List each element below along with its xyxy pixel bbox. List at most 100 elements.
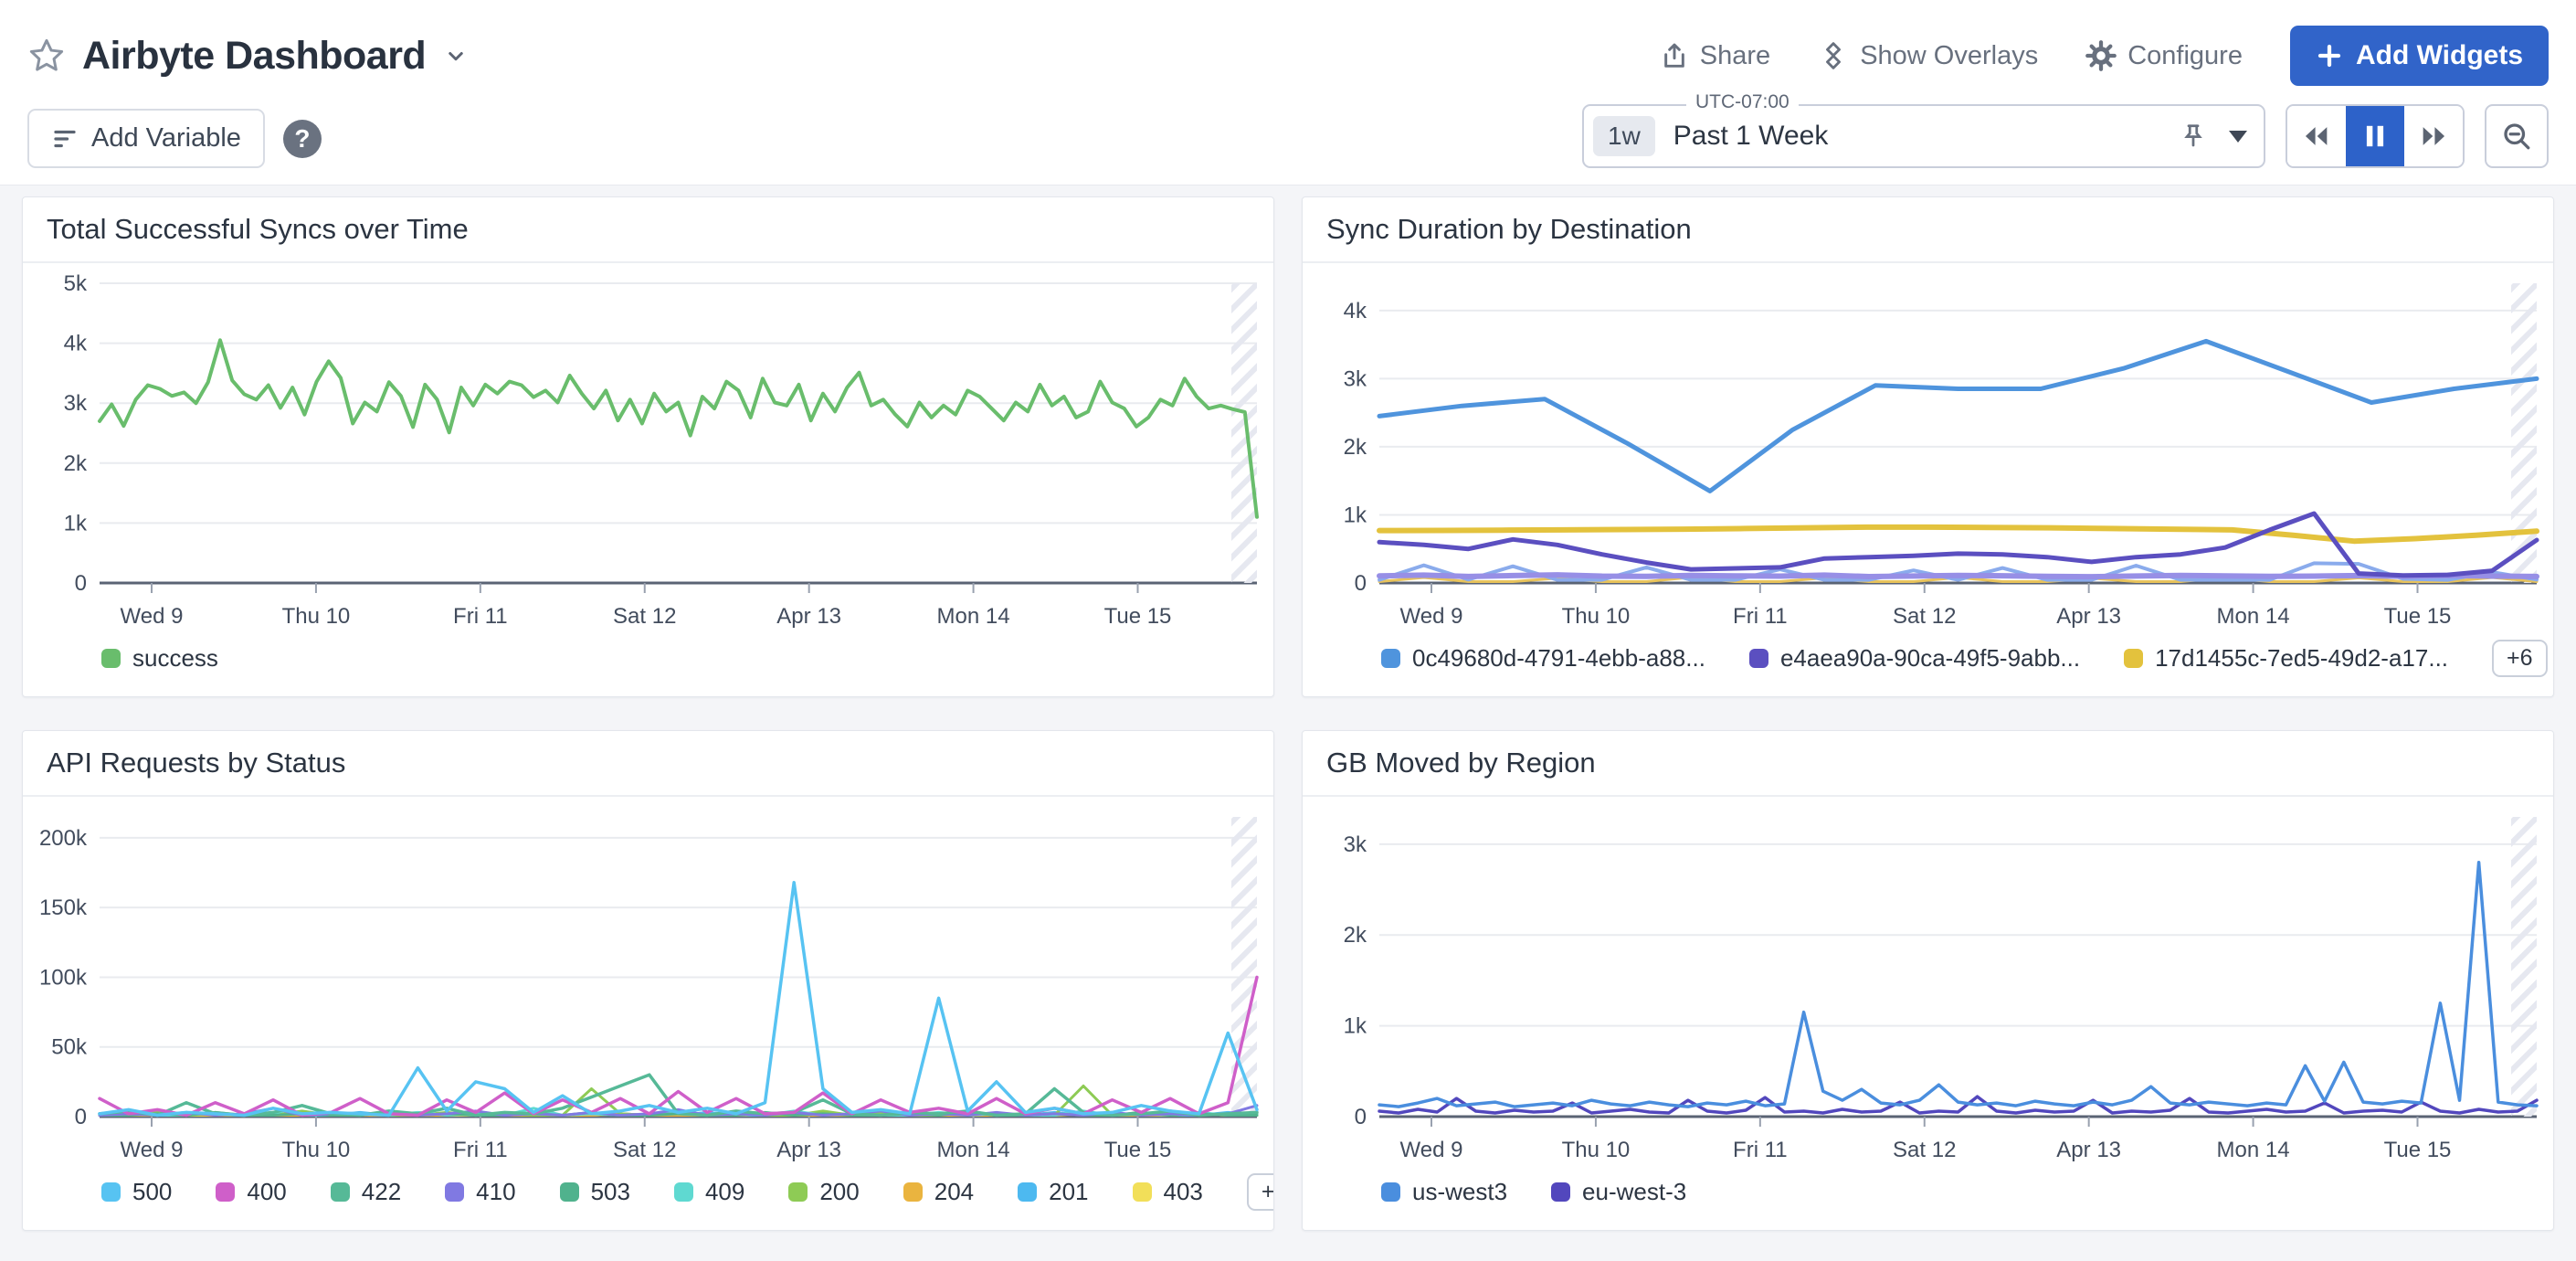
svg-text:Apr 13: Apr 13	[776, 1138, 841, 1162]
legend-swatch	[1381, 649, 1400, 668]
legend-swatch	[560, 1182, 579, 1202]
legend-item[interactable]: 0c49680d-4791-4ebb-a88...	[1381, 644, 1705, 673]
zoom-out-icon	[2500, 120, 2533, 153]
rewind-icon	[2301, 122, 2332, 150]
svg-text:Tue 15: Tue 15	[1104, 604, 1172, 629]
chart-legend: us-west3 eu-west-3	[1303, 1164, 2553, 1230]
legend-swatch	[1018, 1182, 1037, 1202]
svg-text:Mon 14: Mon 14	[937, 1138, 1010, 1162]
chart-total-successful-syncs[interactable]: 01k2k3k4k5kWed 9Thu 10Fri 11Sat 12Apr 13…	[28, 269, 1264, 630]
chart-canvas: 01k2k3kWed 9Thu 10Fri 11Sat 12Apr 13Mon …	[1308, 802, 2544, 1164]
time-range-chip: 1w	[1593, 116, 1655, 156]
legend-item[interactable]: 503	[560, 1178, 630, 1206]
legend-swatch	[674, 1182, 693, 1202]
legend-item[interactable]: us-west3	[1381, 1178, 1507, 1206]
svg-text:Sat 12: Sat 12	[1893, 604, 1956, 629]
svg-text:Thu 10: Thu 10	[282, 604, 351, 629]
svg-text:2k: 2k	[64, 451, 88, 476]
legend-label: 400	[247, 1178, 286, 1206]
widget-title: Sync Duration by Destination	[1303, 197, 2553, 263]
time-range-label: Past 1 Week	[1673, 121, 1829, 152]
legend-item[interactable]: 409	[674, 1178, 744, 1206]
zoom-out-button[interactable]	[2485, 104, 2549, 168]
legend-swatch	[331, 1182, 350, 1202]
svg-text:Fri 11: Fri 11	[453, 604, 508, 629]
chart-legend: 500 400 422 410 503 409 200 204 201 403 +4	[23, 1164, 1273, 1230]
time-backward-button[interactable]	[2287, 106, 2346, 166]
legend-item[interactable]: 17d1455c-7ed5-49d2-a17...	[2124, 644, 2448, 673]
chart-api-requests-by-status[interactable]: 050k100k150k200kWed 9Thu 10Fri 11Sat 12A…	[28, 802, 1264, 1164]
svg-text:Sat 12: Sat 12	[1893, 1138, 1956, 1162]
configure-label: Configure	[2127, 41, 2243, 71]
legend-item[interactable]: success	[101, 644, 218, 673]
legend-overflow-button[interactable]: +4	[1247, 1173, 1274, 1211]
legend-swatch	[216, 1182, 235, 1202]
svg-text:4k: 4k	[1344, 299, 1367, 323]
chart-sync-duration-by-destination[interactable]: 01k2k3k4kWed 9Thu 10Fri 11Sat 12Apr 13Mo…	[1308, 269, 2544, 630]
legend-item[interactable]: 500	[101, 1178, 172, 1206]
legend-item[interactable]: 422	[331, 1178, 401, 1206]
legend-label: 422	[362, 1178, 401, 1206]
svg-text:1k: 1k	[1344, 1014, 1367, 1039]
legend-swatch	[101, 1182, 121, 1202]
time-forward-button[interactable]	[2404, 106, 2463, 166]
svg-text:Wed 9: Wed 9	[1400, 1138, 1463, 1162]
svg-text:200k: 200k	[39, 826, 88, 851]
share-label: Share	[1700, 41, 1770, 71]
svg-text:50k: 50k	[51, 1035, 88, 1060]
add-widgets-button[interactable]: Add Widgets	[2290, 26, 2549, 86]
svg-text:Apr 13: Apr 13	[2056, 1138, 2121, 1162]
legend-swatch	[1749, 649, 1768, 668]
legend-label: 403	[1164, 1178, 1203, 1206]
legend-label: 200	[819, 1178, 859, 1206]
legend-item[interactable]: 410	[445, 1178, 515, 1206]
chart-canvas: 01k2k3k4k5kWed 9Thu 10Fri 11Sat 12Apr 13…	[28, 269, 1264, 630]
legend-swatch	[1381, 1182, 1400, 1202]
legend-label: 17d1455c-7ed5-49d2-a17...	[2155, 644, 2448, 673]
legend-item[interactable]: 200	[788, 1178, 859, 1206]
legend-item[interactable]: 403	[1133, 1178, 1203, 1206]
svg-text:Mon 14: Mon 14	[2217, 1138, 2290, 1162]
time-playback-group	[2286, 104, 2465, 168]
widget-api-requests-by-status: API Requests by Status 050k100k150k200kW…	[22, 730, 1274, 1231]
chart-gb-moved-by-region[interactable]: 01k2k3kWed 9Thu 10Fri 11Sat 12Apr 13Mon …	[1308, 802, 2544, 1164]
svg-text:1k: 1k	[1344, 503, 1367, 527]
svg-text:Thu 10: Thu 10	[1562, 1138, 1631, 1162]
legend-label: 503	[591, 1178, 630, 1206]
svg-text:3k: 3k	[1344, 366, 1367, 391]
svg-text:150k: 150k	[39, 895, 88, 920]
legend-item[interactable]: eu-west-3	[1551, 1178, 1686, 1206]
title-menu-chevron-icon[interactable]	[442, 42, 470, 69]
help-icon[interactable]: ?	[283, 120, 322, 158]
svg-text:100k: 100k	[39, 965, 88, 990]
legend-label: us-west3	[1412, 1178, 1507, 1206]
add-variable-button[interactable]: Add Variable	[27, 109, 265, 168]
svg-text:Thu 10: Thu 10	[1562, 604, 1631, 629]
legend-label: success	[132, 644, 218, 673]
pin-icon[interactable]	[2180, 122, 2207, 150]
show-overlays-button[interactable]: Show Overlays	[1818, 40, 2038, 71]
share-button[interactable]: Share	[1660, 41, 1770, 71]
time-range-selector[interactable]: UTC-07:00 1w Past 1 Week	[1582, 104, 2265, 168]
svg-text:0: 0	[1355, 571, 1367, 596]
time-pause-button[interactable]	[2346, 106, 2404, 166]
legend-swatch	[903, 1182, 923, 1202]
svg-text:Mon 14: Mon 14	[2217, 604, 2290, 629]
plus-icon	[2316, 42, 2343, 69]
svg-text:Fri 11: Fri 11	[453, 1138, 508, 1162]
chart-canvas: 01k2k3k4kWed 9Thu 10Fri 11Sat 12Apr 13Mo…	[1308, 269, 2544, 630]
legend-item[interactable]: 204	[903, 1178, 974, 1206]
legend-item[interactable]: 201	[1018, 1178, 1088, 1206]
svg-text:Tue 15: Tue 15	[2384, 1138, 2452, 1162]
favorite-star-icon[interactable]	[27, 37, 66, 75]
svg-text:0: 0	[75, 571, 87, 596]
svg-text:Apr 13: Apr 13	[776, 604, 841, 629]
legend-overflow-button[interactable]: +6	[2492, 640, 2548, 677]
legend-item[interactable]: 400	[216, 1178, 286, 1206]
widget-total-successful-syncs: Total Successful Syncs over Time 01k2k3k…	[22, 196, 1274, 697]
legend-swatch	[445, 1182, 464, 1202]
show-overlays-label: Show Overlays	[1860, 41, 2038, 71]
configure-button[interactable]: Configure	[2085, 40, 2243, 71]
caret-down-icon[interactable]	[2229, 131, 2247, 143]
legend-item[interactable]: e4aea90a-90ca-49f5-9abb...	[1749, 644, 2080, 673]
